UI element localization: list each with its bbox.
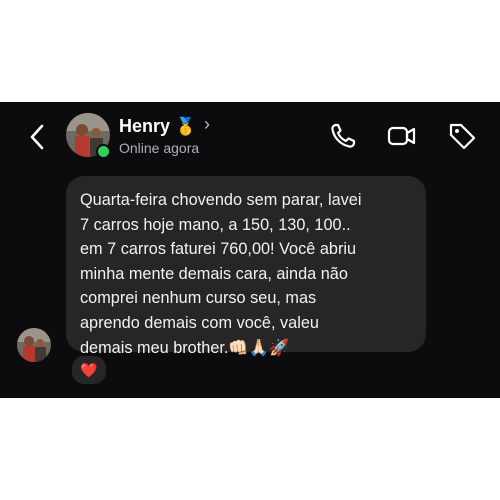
gold-medal-icon: 🥇: [175, 117, 197, 136]
message-line: minha mente demais cara, ainda não: [80, 264, 348, 283]
message-line: comprei nenhum curso seu, mas: [80, 289, 317, 308]
chat-screen: Henry 🥇 › Online agora Quarta-feira chov…: [0, 102, 500, 398]
message-line: Quarta-feira chovendo sem parar, lavei: [80, 191, 362, 209]
heart-reaction-icon[interactable]: ❤️: [70, 354, 108, 386]
online-status-dot: [96, 144, 111, 159]
phone-icon[interactable]: [327, 120, 359, 152]
back-chevron-icon[interactable]: [24, 122, 50, 152]
message-line: 7 carros hoje mano, a 150, 130, 100..: [80, 215, 351, 234]
video-camera-icon[interactable]: [386, 120, 418, 152]
chevron-right-icon[interactable]: ›: [204, 114, 210, 135]
message-text: Quarta-feira chovendo sem parar, lavei 7…: [80, 188, 416, 360]
contact-name[interactable]: Henry: [119, 116, 170, 137]
tag-icon[interactable]: [446, 120, 478, 152]
contact-status: Online agora: [119, 140, 200, 156]
message-line: em 7 carros faturei 760,00! Você abriu: [80, 240, 357, 259]
message-line: aprendo demais com você, valeu: [80, 313, 319, 332]
message-line: demais meu brother.👊🏻🙏🏻🚀: [80, 338, 290, 357]
sender-avatar[interactable]: [17, 328, 51, 362]
